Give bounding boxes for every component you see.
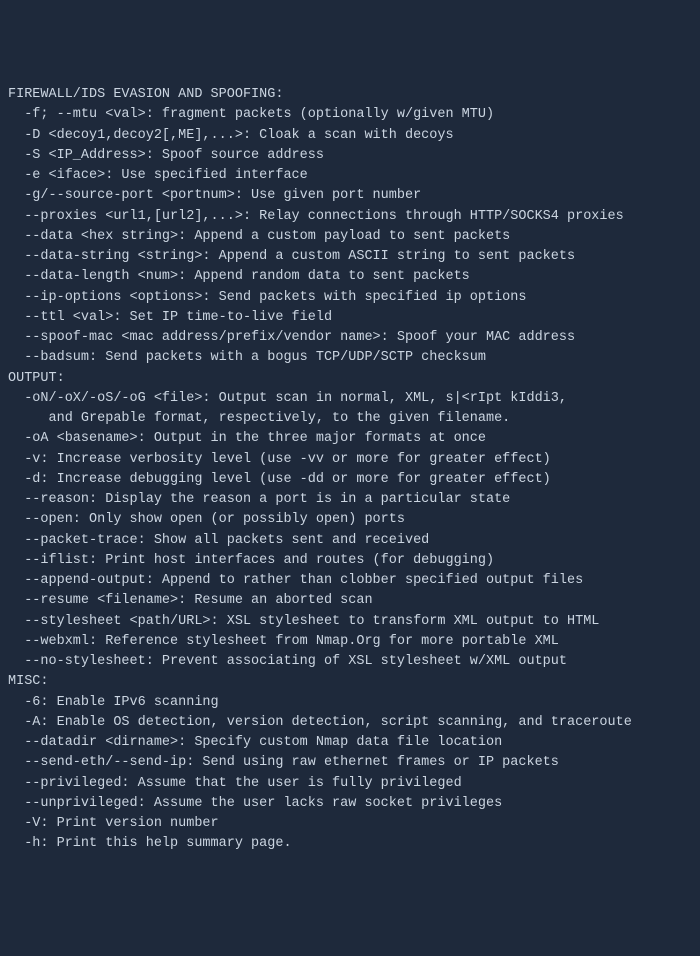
help-option-line: --data-length <num>: Append random data … [8,267,692,287]
help-option-line: --append-output: Append to rather than c… [8,571,692,591]
help-option-line: and Grepable format, respectively, to th… [8,409,692,429]
help-option-line: --ip-options <options>: Send packets wit… [8,288,692,308]
help-option-line: --open: Only show open (or possibly open… [8,510,692,530]
help-option-line: -d: Increase debugging level (use -dd or… [8,470,692,490]
help-option-line: -D <decoy1,decoy2[,ME],...>: Cloak a sca… [8,126,692,146]
help-option-line: -oA <basename>: Output in the three majo… [8,429,692,449]
help-option-line: -g/--source-port <portnum>: Use given po… [8,186,692,206]
help-option-line: -S <IP_Address>: Spoof source address [8,146,692,166]
help-option-line: --send-eth/--send-ip: Send using raw eth… [8,753,692,773]
help-option-line: --stylesheet <path/URL>: XSL stylesheet … [8,612,692,632]
help-option-line: --resume <filename>: Resume an aborted s… [8,591,692,611]
help-option-line: --iflist: Print host interfaces and rout… [8,551,692,571]
help-option-line: -h: Print this help summary page. [8,834,692,854]
help-option-line: --proxies <url1,[url2],...>: Relay conne… [8,207,692,227]
help-option-line: -e <iface>: Use specified interface [8,166,692,186]
section-header: OUTPUT: [8,369,692,389]
help-option-line: --unprivileged: Assume the user lacks ra… [8,794,692,814]
help-option-line: --reason: Display the reason a port is i… [8,490,692,510]
help-option-line: -oN/-oX/-oS/-oG <file>: Output scan in n… [8,389,692,409]
help-option-line: --packet-trace: Show all packets sent an… [8,531,692,551]
help-option-line: --webxml: Reference stylesheet from Nmap… [8,632,692,652]
section-header: MISC: [8,672,692,692]
help-option-line: -A: Enable OS detection, version detecti… [8,713,692,733]
help-option-line: -v: Increase verbosity level (use -vv or… [8,450,692,470]
help-option-line: --datadir <dirname>: Specify custom Nmap… [8,733,692,753]
help-option-line: --data-string <string>: Append a custom … [8,247,692,267]
help-option-line: --spoof-mac <mac address/prefix/vendor n… [8,328,692,348]
help-option-line: -V: Print version number [8,814,692,834]
help-option-line: --badsum: Send packets with a bogus TCP/… [8,348,692,368]
help-option-line: --privileged: Assume that the user is fu… [8,774,692,794]
help-option-line: -6: Enable IPv6 scanning [8,693,692,713]
help-option-line: --data <hex string>: Append a custom pay… [8,227,692,247]
help-option-line: --ttl <val>: Set IP time-to-live field [8,308,692,328]
help-option-line: -f; --mtu <val>: fragment packets (optio… [8,105,692,125]
help-option-line: --no-stylesheet: Prevent associating of … [8,652,692,672]
section-header: FIREWALL/IDS EVASION AND SPOOFING: [8,85,692,105]
terminal-output: FIREWALL/IDS EVASION AND SPOOFING: -f; -… [8,85,692,855]
